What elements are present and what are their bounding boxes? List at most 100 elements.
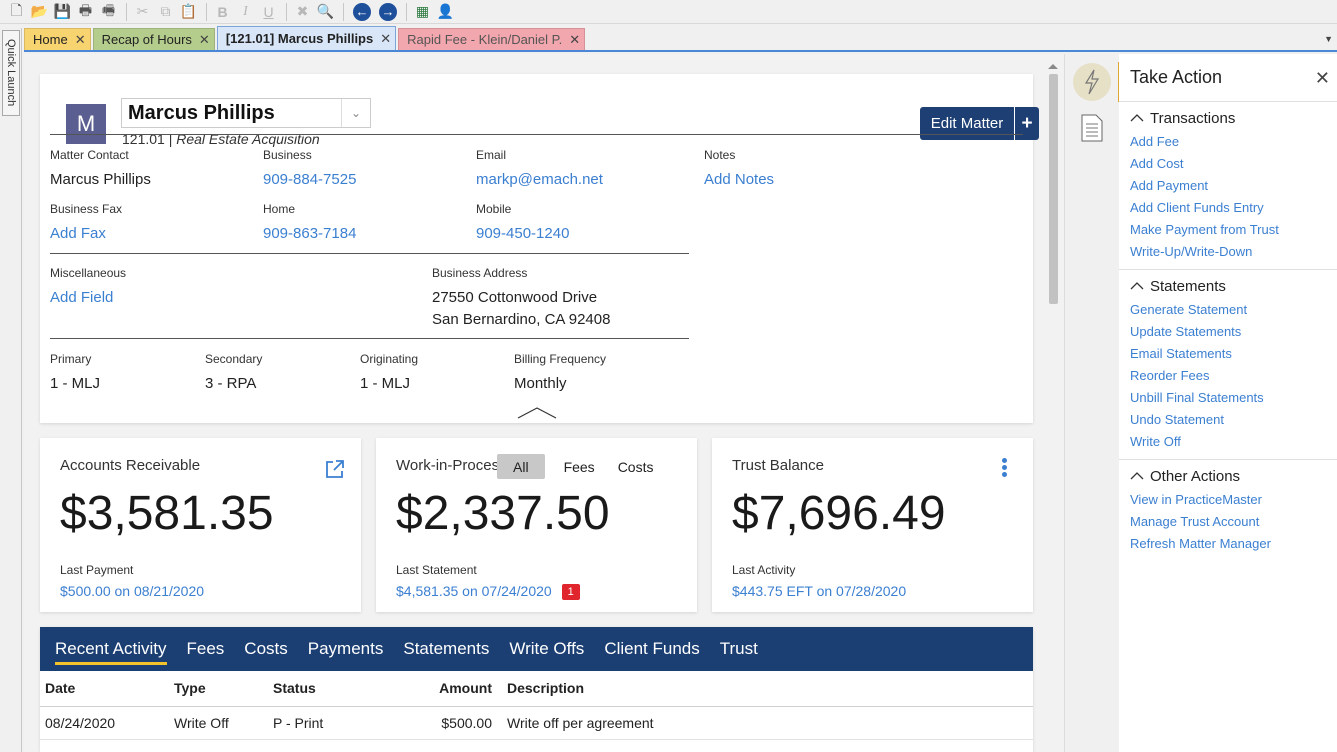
open-folder-icon[interactable]: 📂 [29, 2, 50, 22]
add-notes-link[interactable]: Add Notes [704, 169, 774, 191]
find-icon[interactable]: 🔍 [315, 2, 336, 22]
column-header-description[interactable]: Description [502, 671, 1033, 707]
external-link-icon[interactable] [324, 458, 346, 480]
action-write-up-down[interactable]: Write-Up/Write-Down [1130, 241, 1337, 263]
tab-fees[interactable]: Fees [187, 627, 225, 671]
status-badge[interactable]: 1 [561, 584, 580, 600]
underline-icon[interactable]: U [258, 2, 279, 22]
save-icon[interactable]: 💾 [52, 2, 73, 22]
chevron-up-icon[interactable] [1130, 282, 1144, 290]
grid-icon[interactable]: ▦ [412, 2, 433, 22]
action-unbill-final[interactable]: Unbill Final Statements [1130, 387, 1337, 409]
print-icon[interactable]: 🖶 [75, 2, 96, 22]
email-link[interactable]: markp@emach.net [476, 169, 603, 191]
section-header[interactable]: Statements [1130, 275, 1337, 297]
tab-costs[interactable]: Costs [244, 627, 287, 671]
column-header-status[interactable]: Status [268, 671, 398, 707]
cut-icon[interactable]: ✂ [132, 2, 153, 22]
vertical-scrollbar[interactable] [1046, 60, 1060, 752]
tab-matter-marcus-phillips[interactable]: [121.01] Marcus Phillips ✕ [216, 26, 397, 50]
close-icon[interactable]: ✕ [1315, 68, 1330, 89]
action-write-off[interactable]: Write Off [1130, 431, 1337, 453]
tab-payments[interactable]: Payments [308, 627, 384, 671]
tab-list-dropdown-icon[interactable]: ▼ [1324, 34, 1333, 44]
chevron-up-icon[interactable] [1130, 472, 1144, 480]
client-name: Marcus Phillips [128, 101, 275, 124]
tab-recap-of-hours[interactable]: Recap of Hours ✕ [92, 28, 215, 50]
add-fax-link[interactable]: Add Fax [50, 223, 122, 245]
action-add-payment[interactable]: Add Payment [1130, 175, 1337, 197]
address-divider [50, 338, 689, 339]
close-icon[interactable]: ✕ [199, 32, 210, 48]
action-refresh-matter-manager[interactable]: Refresh Matter Manager [1130, 533, 1337, 555]
mobile-phone-link[interactable]: 909-450-1240 [476, 223, 569, 245]
column-header-type[interactable]: Type [169, 671, 268, 707]
business-fax-field: Business Fax Add Fax [50, 202, 122, 245]
add-matter-button[interactable]: + [1014, 107, 1039, 140]
tab-trust[interactable]: Trust [720, 627, 758, 671]
tile-sub-label: Last Payment [60, 563, 134, 577]
collapse-chevron-icon[interactable] [517, 406, 557, 420]
delete-icon[interactable]: ✖ [292, 2, 313, 22]
close-icon[interactable]: ✕ [380, 31, 391, 47]
last-activity-link[interactable]: $443.75 EFT on 07/28/2020 [732, 583, 906, 599]
user-key-icon[interactable]: 👤 [435, 2, 456, 22]
close-icon[interactable]: ✕ [75, 32, 86, 48]
business-phone-link[interactable]: 909-884-7525 [263, 169, 356, 191]
action-view-in-practicemaster[interactable]: View in PracticeMaster [1130, 489, 1337, 511]
new-doc-icon[interactable]: 🗋 [6, 2, 27, 22]
email-field: Email markp@emach.net [476, 148, 603, 191]
tab-statements[interactable]: Statements [403, 627, 489, 671]
wip-filter-costs[interactable]: Costs [608, 454, 664, 479]
ar-amount: $3,581.35 [60, 487, 274, 540]
action-email-statements[interactable]: Email Statements [1130, 343, 1337, 365]
close-icon[interactable]: ✕ [569, 32, 580, 48]
action-add-fee[interactable]: Add Fee [1130, 131, 1337, 153]
table-row[interactable]: 08/24/2020 Write Off P - Print $500.00 W… [40, 706, 1033, 740]
scrollbar-thumb[interactable] [1049, 74, 1058, 304]
action-manage-trust[interactable]: Manage Trust Account [1130, 511, 1337, 533]
edit-matter-button[interactable]: Edit Matter [920, 107, 1014, 140]
client-selector[interactable]: Marcus Phillips ⌄ [121, 98, 371, 128]
action-generate-statement[interactable]: Generate Statement [1130, 299, 1337, 321]
print-multi-icon[interactable]: 🖷 [98, 2, 119, 22]
action-reorder-fees[interactable]: Reorder Fees [1130, 365, 1337, 387]
italic-icon[interactable]: I [235, 2, 256, 22]
field-value: Monthly [514, 375, 567, 392]
action-add-cost[interactable]: Add Cost [1130, 153, 1337, 175]
tab-client-funds[interactable]: Client Funds [604, 627, 699, 671]
action-payment-from-trust[interactable]: Make Payment from Trust [1130, 219, 1337, 241]
home-phone-link[interactable]: 909-863-7184 [263, 223, 356, 245]
chevron-up-icon[interactable] [1130, 114, 1144, 122]
last-statement-link[interactable]: $4,581.35 on 07/24/2020 [396, 583, 552, 599]
field-label: Business Address [432, 266, 528, 280]
lightning-icon[interactable] [1073, 63, 1111, 101]
scroll-up-arrow-icon[interactable] [1048, 64, 1058, 69]
forward-arrow-icon[interactable]: → [379, 2, 397, 21]
paste-icon[interactable]: 📋 [178, 2, 199, 22]
copy-icon[interactable]: ⧉ [155, 2, 176, 22]
tab-write-offs[interactable]: Write Offs [509, 627, 584, 671]
wip-filter-fees[interactable]: Fees [554, 454, 605, 479]
bold-icon[interactable]: B [212, 2, 233, 22]
document-icon[interactable] [1081, 114, 1103, 147]
tab-recent-activity[interactable]: Recent Activity [55, 627, 167, 671]
action-update-statements[interactable]: Update Statements [1130, 321, 1337, 343]
section-header[interactable]: Other Actions [1130, 465, 1337, 487]
tab-rapid-fee[interactable]: Rapid Fee - Klein/Daniel P. ✕ [398, 28, 586, 50]
action-undo-statement[interactable]: Undo Statement [1130, 409, 1337, 431]
back-arrow-icon[interactable]: ← [353, 2, 371, 21]
add-field-link[interactable]: Add Field [50, 287, 126, 309]
more-options-icon[interactable] [1002, 458, 1008, 478]
wip-filter-all[interactable]: All [497, 454, 545, 479]
wip-filter-segmented: All Fees Costs [497, 454, 663, 479]
chevron-down-icon[interactable]: ⌄ [341, 99, 370, 127]
quick-launch-button[interactable]: Quick Launch [2, 30, 20, 116]
tab-home[interactable]: Home ✕ [24, 28, 91, 50]
panel-title: Take Action [1119, 54, 1337, 102]
section-header[interactable]: Transactions [1130, 107, 1337, 129]
last-payment-link[interactable]: $500.00 on 08/21/2020 [60, 583, 204, 599]
column-header-amount[interactable]: Amount [398, 671, 502, 707]
column-header-date[interactable]: Date [40, 671, 169, 707]
action-add-client-funds[interactable]: Add Client Funds Entry [1130, 197, 1337, 219]
